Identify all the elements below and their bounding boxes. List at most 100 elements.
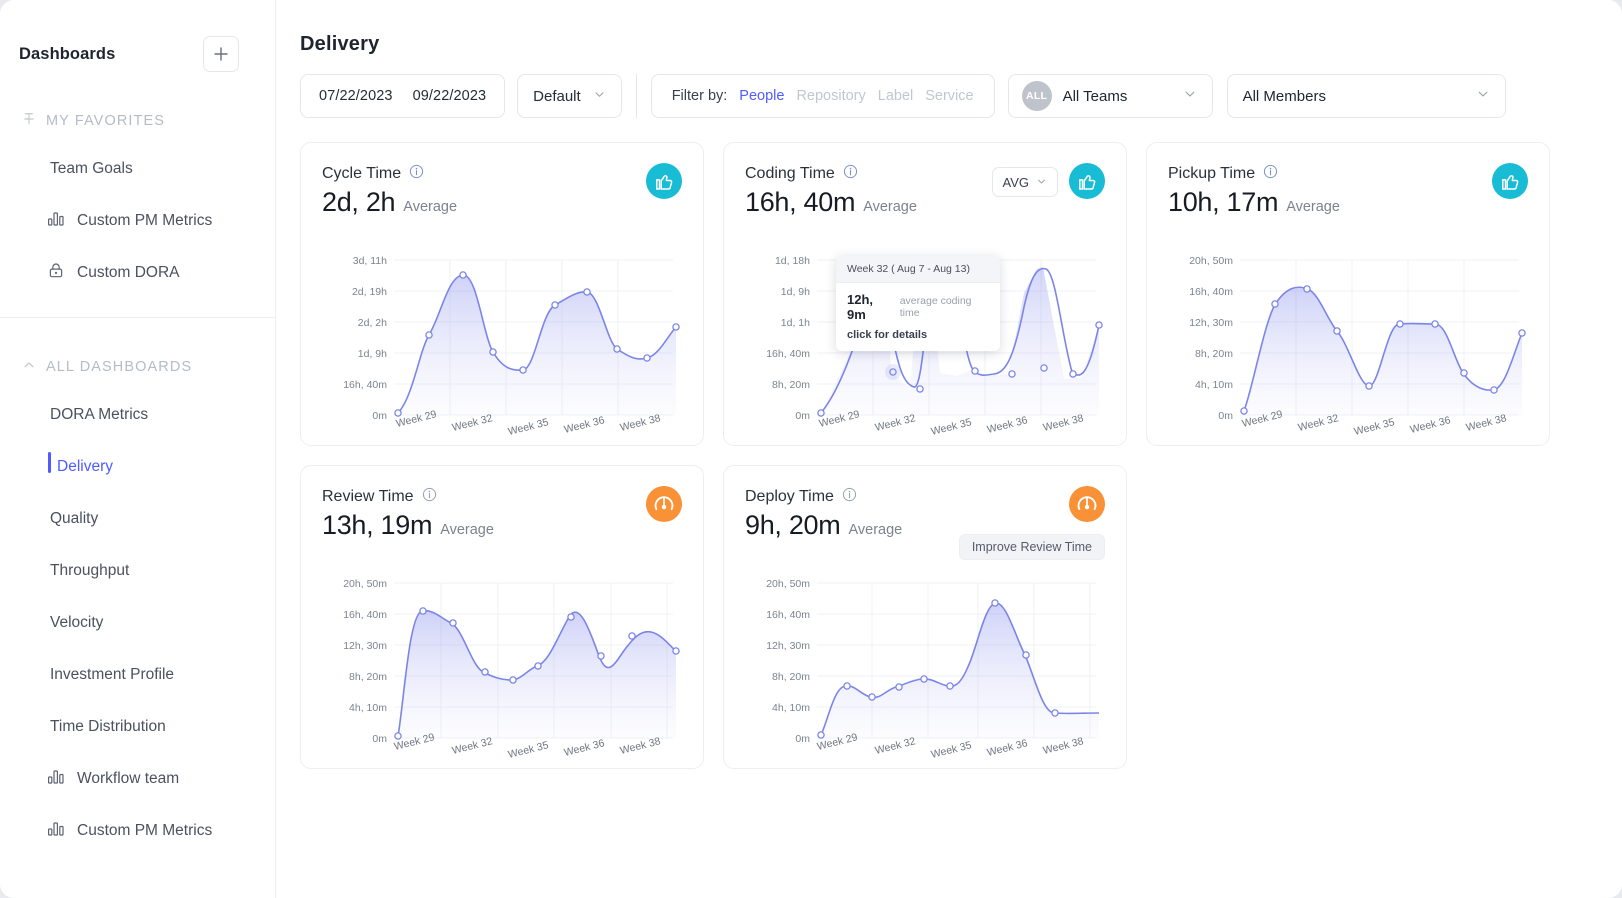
svg-text:Week 36: Week 36 <box>986 737 1029 759</box>
section-header-all-dashboards[interactable]: ALL DASHBOARDS <box>0 354 275 380</box>
sidebar-item-dora-metrics[interactable]: DORA Metrics <box>0 398 275 432</box>
preset-select[interactable]: Default <box>517 74 622 118</box>
metric-card-coding-time[interactable]: Coding Time 16h, 40m Average AVG 1d, 18h… <box>723 142 1127 446</box>
member-value: All Members <box>1242 87 1326 105</box>
team-select[interactable]: ALL All Teams <box>1007 74 1213 118</box>
card-value-unit: Average <box>403 199 458 215</box>
svg-text:Week 35: Week 35 <box>507 739 550 761</box>
sidebar-item-label: Custom DORA <box>77 264 180 281</box>
improvement-pill[interactable]: Improve Review Time <box>958 534 1105 560</box>
filter-option-people[interactable]: People <box>739 88 784 104</box>
svg-text:Week 35: Week 35 <box>930 739 973 761</box>
info-icon[interactable] <box>842 487 857 507</box>
gauge-icon <box>646 486 682 522</box>
aggregation-select[interactable]: AVG <box>991 167 1058 197</box>
svg-text:1d, 9h: 1d, 9h <box>781 286 810 298</box>
svg-text:Week 36: Week 36 <box>1409 414 1452 436</box>
cycle-time-chart: 3d, 11h 2d, 19h 2d, 2h 1d, 9h 16h, 40m 0… <box>343 255 680 438</box>
metric-card-review-time[interactable]: Review Time 13h, 19m Average 20h, 50m 16… <box>300 465 704 769</box>
metric-card-pickup-time[interactable]: Pickup Time 10h, 17m Average 20h, 50m 16… <box>1146 142 1550 446</box>
thumbs-up-icon <box>1492 163 1528 199</box>
metric-card-deploy-time[interactable]: Deploy Time 9h, 20m Average Improve Revi… <box>723 465 1127 769</box>
section-header-favorites[interactable]: MY FAVORITES <box>0 108 275 134</box>
svg-text:16h, 40m: 16h, 40m <box>1189 286 1233 298</box>
sidebar-item-time-distribution[interactable]: Time Distribution <box>0 710 275 744</box>
card-value-number: 10h, 17m <box>1168 187 1279 217</box>
card-title-label: Cycle Time <box>322 165 402 182</box>
sidebar-item-label: Throughput <box>50 562 130 579</box>
sidebar-item-label: Workflow team <box>77 770 180 787</box>
sidebar-item-delivery[interactable]: Delivery <box>0 450 275 484</box>
sidebar-item-velocity[interactable]: Velocity <box>0 606 275 640</box>
svg-text:Week 35: Week 35 <box>1353 416 1396 438</box>
card-title-label: Deploy Time <box>745 488 834 505</box>
info-icon[interactable] <box>843 164 858 184</box>
chart-tooltip: Week 32 ( Aug 7 - Aug 13) 12h, 9m averag… <box>836 256 1000 351</box>
sidebar-item-quality[interactable]: Quality <box>0 502 275 536</box>
sidebar-item-team-goals[interactable]: Team Goals <box>0 152 275 186</box>
svg-text:0m: 0m <box>1218 410 1233 422</box>
lock-icon <box>48 263 64 284</box>
chevron-down-icon <box>1183 87 1197 105</box>
app-window: Dashboards MY FAVORITES Team Goals Custo… <box>0 0 1622 898</box>
member-select[interactable]: All Members <box>1226 74 1506 118</box>
sidebar-item-label: Custom PM Metrics <box>77 822 213 839</box>
sidebar-item-custom-pm-metrics[interactable]: Custom PM Metrics <box>0 814 275 848</box>
tooltip-label: average coding time <box>899 295 972 319</box>
sidebar-item-workflow-team[interactable]: Workflow team <box>0 762 275 796</box>
date-from[interactable]: 07/22/2023 <box>319 88 393 104</box>
card-header: Review Time 13h, 19m Average <box>301 466 703 541</box>
info-icon[interactable] <box>409 164 424 184</box>
svg-text:12h, 30m: 12h, 30m <box>766 640 810 652</box>
filter-option-repository[interactable]: Repository <box>796 88 865 104</box>
filter-option-label[interactable]: Label <box>878 88 913 104</box>
y-axis-labels: 1d, 18h 1d, 9h 1d, 1h 16h, 40m 8h, 20m 0… <box>766 255 810 422</box>
sidebar-item-custom-pm-metrics-fav[interactable]: Custom PM Metrics <box>0 204 275 238</box>
svg-text:16h, 40m: 16h, 40m <box>343 609 387 621</box>
sidebar-item-label: Velocity <box>50 614 104 631</box>
card-value: 16h, 40m Average <box>745 187 1126 218</box>
sidebar-item-throughput[interactable]: Throughput <box>0 554 275 588</box>
sidebar-item-investment-profile[interactable]: Investment Profile <box>0 658 275 692</box>
date-range-picker[interactable]: 07/22/2023 09/22/2023 <box>300 74 506 118</box>
pin-icon <box>22 112 36 131</box>
sidebar-item-label: Investment Profile <box>50 666 175 683</box>
tooltip-value-row: 12h, 9m average coding time <box>847 292 989 322</box>
sidebar-item-custom-dora[interactable]: Custom DORA <box>0 256 275 290</box>
avatar: ALL <box>1021 81 1052 111</box>
svg-text:20h, 50m: 20h, 50m <box>343 578 387 590</box>
y-axis-labels: 20h, 50m 16h, 40m 12h, 30m 8h, 20m 4h, 1… <box>1189 255 1233 422</box>
chevron-down-icon <box>1036 175 1047 190</box>
filter-option-service[interactable]: Service <box>925 88 973 104</box>
y-axis-labels: 20h, 50m 16h, 40m 12h, 30m 8h, 20m 4h, 1… <box>766 578 810 745</box>
tooltip-value: 12h, 9m <box>847 292 874 322</box>
card-value: 10h, 17m Average <box>1168 187 1549 218</box>
svg-text:2d, 2h: 2d, 2h <box>358 317 387 329</box>
area-fill <box>1244 287 1522 415</box>
sidebar-item-label: Custom PM Metrics <box>77 212 213 229</box>
section-label: ALL DASHBOARDS <box>46 359 193 375</box>
card-value-unit: Average <box>1286 199 1340 215</box>
card-value-unit: Average <box>440 522 494 538</box>
card-header: Coding Time 16h, 40m Average <box>724 143 1126 218</box>
y-axis-labels: 3d, 11h 2d, 19h 2d, 2h 1d, 9h 16h, 40m 0… <box>343 255 387 422</box>
add-dashboard-button[interactable] <box>203 36 239 72</box>
pickup-time-chart: 20h, 50m 16h, 40m 12h, 30m 8h, 20m 4h, 1… <box>1189 255 1526 438</box>
svg-text:8h, 20m: 8h, 20m <box>1195 348 1233 360</box>
metric-card-cycle-time[interactable]: Cycle Time 2d, 2h Average 3d, 11h 2d, 19… <box>300 142 704 446</box>
plus-icon <box>214 47 228 61</box>
svg-text:12h, 30m: 12h, 30m <box>1189 317 1233 329</box>
svg-text:Week 36: Week 36 <box>563 414 606 436</box>
hover-halo <box>885 364 901 380</box>
info-icon[interactable] <box>422 487 437 507</box>
date-to[interactable]: 09/22/2023 <box>413 88 487 104</box>
sidebar-item-label: Team Goals <box>50 160 133 177</box>
sidebar-divider <box>0 317 275 318</box>
info-icon[interactable] <box>1263 164 1278 184</box>
card-value-number: 2d, 2h <box>322 187 396 217</box>
card-value: 13h, 19m Average <box>322 510 703 541</box>
tooltip-hint[interactable]: click for details <box>847 329 989 341</box>
deploy-time-chart: 20h, 50m 16h, 40m 12h, 30m 8h, 20m 4h, 1… <box>766 578 1100 761</box>
svg-text:4h, 10m: 4h, 10m <box>349 702 387 714</box>
card-value-unit: Average <box>848 522 903 538</box>
